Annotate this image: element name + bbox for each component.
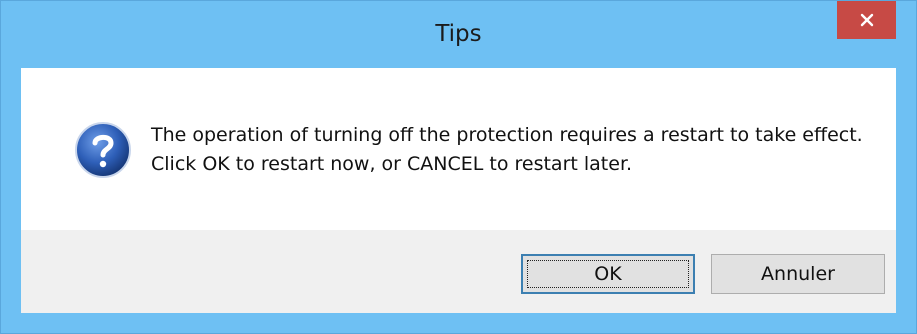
- close-x-icon: [860, 13, 874, 27]
- cancel-button-label: Annuler: [761, 263, 835, 285]
- button-bar: OK Annuler: [21, 230, 896, 313]
- tips-dialog: Tips The operation of turning off the pr…: [0, 0, 917, 334]
- window-title: Tips: [435, 21, 482, 47]
- ok-button[interactable]: OK: [521, 254, 695, 294]
- close-button[interactable]: [837, 1, 896, 39]
- window-border-bottom: [1, 313, 916, 333]
- message-area: The operation of turning off the protect…: [21, 68, 896, 230]
- question-icon: [74, 121, 132, 179]
- message-text: The operation of turning off the protect…: [151, 124, 863, 175]
- title-bar[interactable]: Tips: [1, 1, 916, 68]
- cancel-button[interactable]: Annuler: [711, 254, 885, 294]
- focus-ring: [527, 260, 689, 288]
